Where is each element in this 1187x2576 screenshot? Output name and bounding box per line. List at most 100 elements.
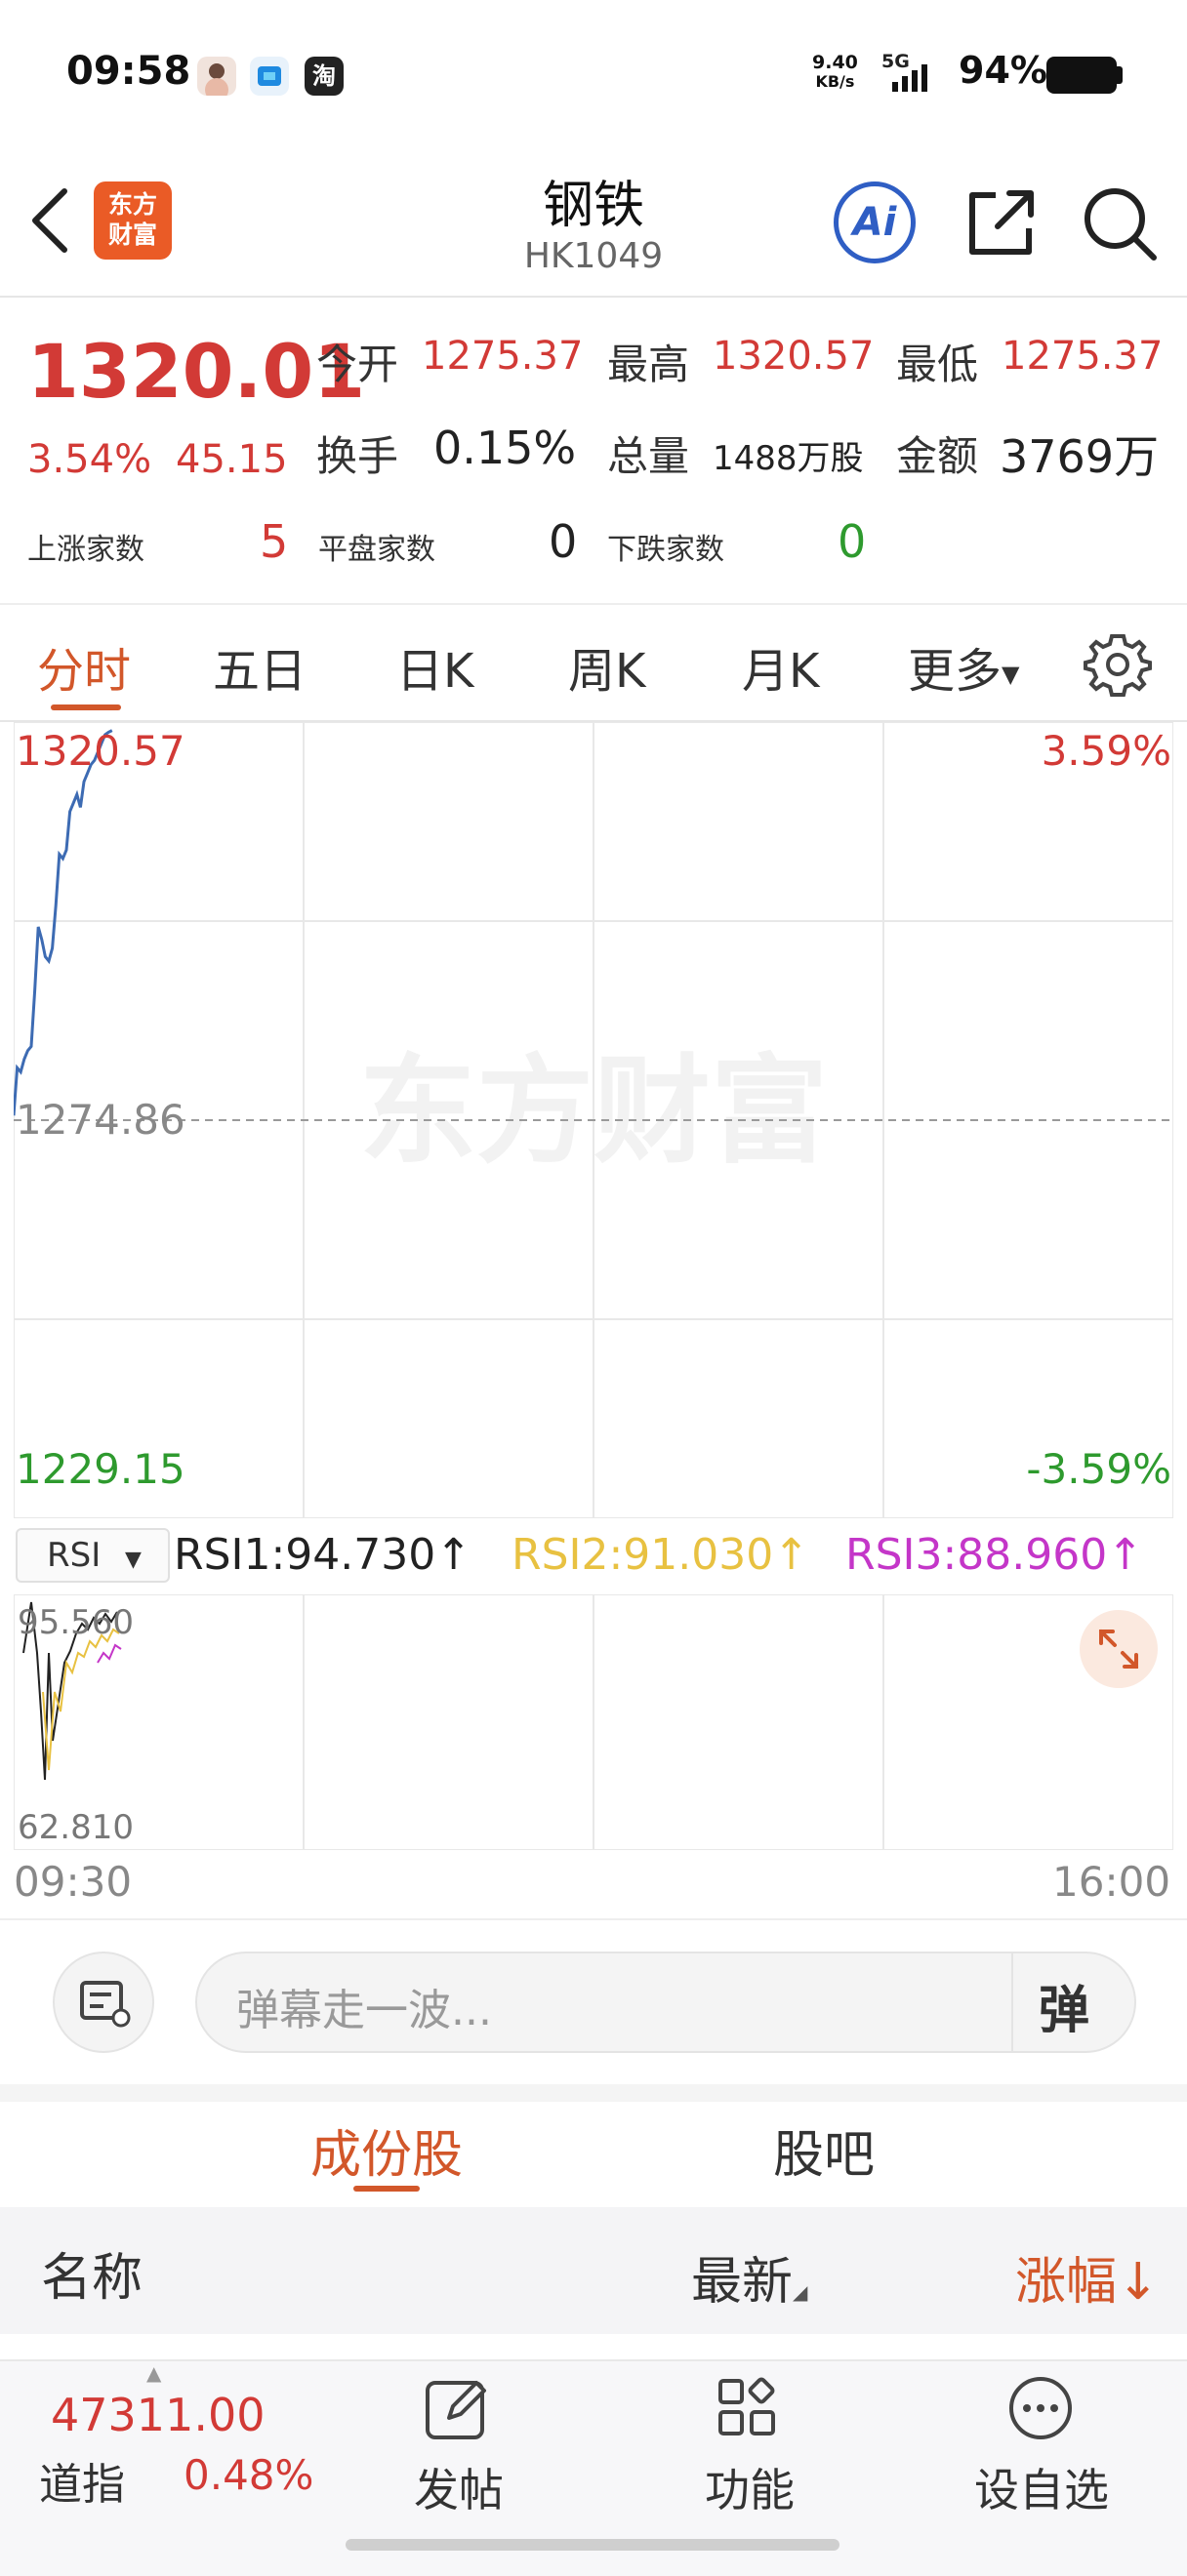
- up-arrow-icon: ↑: [435, 1530, 472, 1580]
- chart-base-price: 1274.86: [16, 1096, 185, 1144]
- rsi2-text: RSI2:91.030: [512, 1530, 774, 1580]
- volume-value: 1488万股: [713, 439, 864, 478]
- up-arrow-icon: ↑: [1107, 1530, 1144, 1580]
- change-percent: 3.54%: [27, 437, 152, 482]
- back-icon[interactable]: [27, 181, 74, 260]
- column-latest[interactable]: 最新◢: [691, 2240, 807, 2314]
- low-label: 最低: [896, 341, 979, 388]
- sort-icon: ◢: [793, 2280, 808, 2304]
- dropdown-arrow-icon: ▼: [125, 1548, 142, 1572]
- tab-five-day[interactable]: 五日: [213, 632, 307, 701]
- nav-post[interactable]: 发帖: [414, 2455, 504, 2519]
- section-divider: [0, 2084, 1187, 2102]
- nav-add-watchlist[interactable]: 设自选: [974, 2455, 1109, 2519]
- rsi2-value: RSI2:91.030↑: [512, 1530, 809, 1580]
- active-subtab-underline: [353, 2186, 420, 2192]
- rsi-min-label: 62.810: [18, 1808, 134, 1847]
- rsi3-text: RSI3:88.960: [845, 1530, 1108, 1580]
- column-name: 名称: [41, 2249, 143, 2308]
- turnover-value: 0.15%: [433, 422, 577, 474]
- up-count-label: 上涨家数: [27, 533, 144, 567]
- blue-app-icon: [250, 57, 289, 96]
- post-icon[interactable]: [422, 2373, 492, 2443]
- chart-low-pct: -3.59%: [1026, 1445, 1171, 1493]
- header-divider: [0, 296, 1187, 298]
- rsi3-value: RSI3:88.960↑: [845, 1530, 1143, 1580]
- flat-count: 0: [549, 515, 578, 568]
- net-speed-value: 9.40: [812, 52, 858, 73]
- logo-line2: 财富: [107, 221, 157, 249]
- tab-constituents[interactable]: 成份股: [310, 2113, 463, 2187]
- price-line: [14, 729, 113, 1116]
- index-change[interactable]: 0.48%: [184, 2451, 313, 2499]
- rsi3-line: [97, 1643, 122, 1664]
- column-change[interactable]: 涨幅↓: [1015, 2240, 1160, 2314]
- danmaku-toggle-label: 弹: [1039, 1982, 1090, 2040]
- net-speed: 9.40 KB/s: [812, 53, 858, 92]
- tab-forum[interactable]: 股吧: [773, 2113, 875, 2187]
- index-name[interactable]: 道指: [39, 2449, 125, 2512]
- battery-percent: 94%: [959, 49, 1047, 92]
- turnover-label: 换手: [316, 432, 399, 480]
- taobao-icon: 淘: [305, 57, 344, 96]
- rsi-chart[interactable]: 95.560 62.810: [14, 1594, 1173, 1850]
- intraday-chart[interactable]: 东方财富 1320.57 3.59% 1274.86 1229.15 -3.59…: [14, 722, 1173, 1518]
- chart-low-price: 1229.15: [16, 1445, 185, 1493]
- dropdown-arrow-icon: ▼: [1002, 661, 1020, 688]
- column-latest-label: 最新: [691, 2253, 794, 2312]
- open-value: 1275.37: [422, 334, 584, 379]
- status-bar: 09:58 淘 9.40 KB/s 5G 94%: [0, 0, 1187, 146]
- danmaku-settings-button[interactable]: [53, 1952, 154, 2053]
- high-label: 最高: [607, 341, 690, 388]
- signal-icon: [892, 64, 927, 92]
- danmaku-toggle-button[interactable]: 弹: [1039, 1969, 1089, 2042]
- amount-value: 3769万: [1000, 430, 1160, 483]
- tab-daily-k[interactable]: 日K: [396, 632, 473, 701]
- open-label: 今开: [316, 341, 399, 388]
- ai-button[interactable]: Ai: [834, 181, 916, 263]
- net-speed-unit: KB/s: [815, 72, 855, 91]
- expand-icon[interactable]: [1080, 1610, 1158, 1688]
- down-count-label: 下跌家数: [607, 533, 724, 567]
- rsi-selector-label: RSI: [47, 1536, 102, 1575]
- rsi2-line: [42, 1628, 120, 1771]
- low-value: 1275.37: [1002, 334, 1164, 379]
- rsi1-value: RSI1:94.730↑: [174, 1530, 471, 1580]
- change-amount: 45.15: [176, 437, 288, 482]
- tab-intraday[interactable]: 分时: [37, 632, 131, 701]
- chart-watermark: 东方财富: [359, 1044, 828, 1180]
- current-price: 1320.01: [27, 328, 366, 415]
- stock-code: HK1049: [523, 236, 664, 276]
- rsi-selector[interactable]: RSI ▼: [16, 1528, 170, 1583]
- table-header: [0, 2207, 1187, 2334]
- time-end-label: 16:00: [1052, 1858, 1171, 1906]
- battery-icon: [1046, 57, 1117, 94]
- tabs-divider-top: [0, 603, 1187, 605]
- danmaku-input-divider: [1011, 1953, 1013, 2051]
- function-icon[interactable]: [713, 2373, 783, 2443]
- avatar-app-icon: [197, 57, 236, 101]
- search-icon[interactable]: [1078, 181, 1160, 263]
- share-icon[interactable]: [962, 183, 1041, 262]
- rsi1-text: RSI1:94.730: [174, 1530, 436, 1580]
- active-tab-underline: [51, 704, 121, 710]
- chart-high-price: 1320.57: [16, 727, 185, 775]
- up-arrow-icon: ↑: [773, 1530, 810, 1580]
- nav-function[interactable]: 功能: [705, 2455, 795, 2519]
- index-expand-icon[interactable]: ▲: [146, 2361, 161, 2385]
- danmaku-placeholder: 弹幕走一波...: [236, 1986, 492, 2035]
- gear-icon[interactable]: [1084, 630, 1152, 699]
- home-indicator: [346, 2539, 839, 2551]
- battery-tip: [1117, 66, 1123, 84]
- tab-weekly-k[interactable]: 周K: [568, 632, 645, 701]
- volume-label: 总量: [607, 432, 690, 480]
- flat-count-label: 平盘家数: [318, 533, 435, 567]
- tab-more[interactable]: 更多▼: [908, 632, 1019, 701]
- down-count: 0: [838, 515, 867, 568]
- danmaku-settings-icon: [80, 1981, 131, 2028]
- index-value[interactable]: 47311.00: [51, 2389, 266, 2441]
- tab-monthly-k[interactable]: 月K: [742, 632, 819, 701]
- more-icon[interactable]: [1005, 2373, 1076, 2443]
- danmaku-divider: [0, 1918, 1187, 1920]
- high-value: 1320.57: [713, 334, 875, 379]
